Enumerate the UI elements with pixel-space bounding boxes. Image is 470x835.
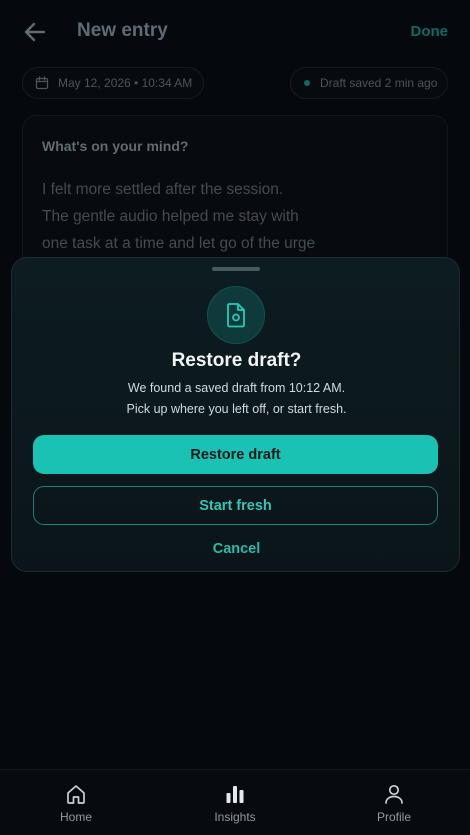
nav-label-insights: Insights	[214, 810, 256, 824]
nav-item-profile[interactable]: Profile	[354, 783, 434, 824]
entry-line: one task at a time and let go of the urg…	[42, 235, 316, 252]
entry-line: The gentle audio helped me stay with	[42, 208, 299, 225]
sheet-description: We found a saved draft from 10:12 AM. Pi…	[12, 378, 461, 420]
back-button[interactable]	[22, 20, 48, 44]
date-chip[interactable]: May 12, 2026 • 10:34 AM	[22, 67, 204, 99]
nav-label-profile: Profile	[376, 810, 411, 824]
save-status-text: Draft saved 2 min ago	[320, 76, 438, 90]
entry-line: I felt more settled after the session.	[42, 181, 284, 198]
page-title: New entry	[77, 20, 168, 41]
sheet-title: Restore draft?	[171, 350, 302, 371]
start-fresh-button[interactable]: Start fresh	[33, 486, 438, 525]
nav-item-home[interactable]: Home	[36, 783, 116, 824]
draft-icon-badge	[207, 286, 265, 344]
sheet-description-line: Pick up where you left off, or start fre…	[126, 402, 347, 416]
top-bar: New entry Done	[0, 0, 470, 64]
date-time-text: May 12, 2026 • 10:34 AM	[58, 76, 193, 90]
user-icon	[385, 784, 403, 804]
bar-chart-icon	[226, 786, 244, 803]
status-dot-icon	[304, 80, 310, 86]
calendar-icon	[35, 76, 49, 90]
drag-handle[interactable]	[212, 267, 260, 271]
entry-text[interactable]: I felt more settled after the session. T…	[42, 176, 342, 257]
bottom-nav: Home Insights Profile	[0, 769, 470, 835]
file-search-icon	[227, 303, 245, 328]
restore-draft-button[interactable]: Restore draft	[33, 435, 438, 474]
home-icon	[67, 785, 85, 804]
restore-draft-sheet: Restore draft? We found a saved draft fr…	[11, 257, 460, 572]
save-status-chip: Draft saved 2 min ago	[290, 67, 448, 99]
done-button[interactable]: Done	[411, 23, 449, 40]
entry-prompt: What's on your mind?	[42, 138, 189, 154]
nav-item-insights[interactable]: Insights	[195, 783, 275, 824]
sheet-description-line: We found a saved draft from 10:12 AM.	[127, 381, 346, 395]
arrow-left-icon	[24, 22, 46, 42]
cancel-button[interactable]: Cancel	[12, 541, 461, 557]
nav-label-home: Home	[59, 810, 92, 824]
